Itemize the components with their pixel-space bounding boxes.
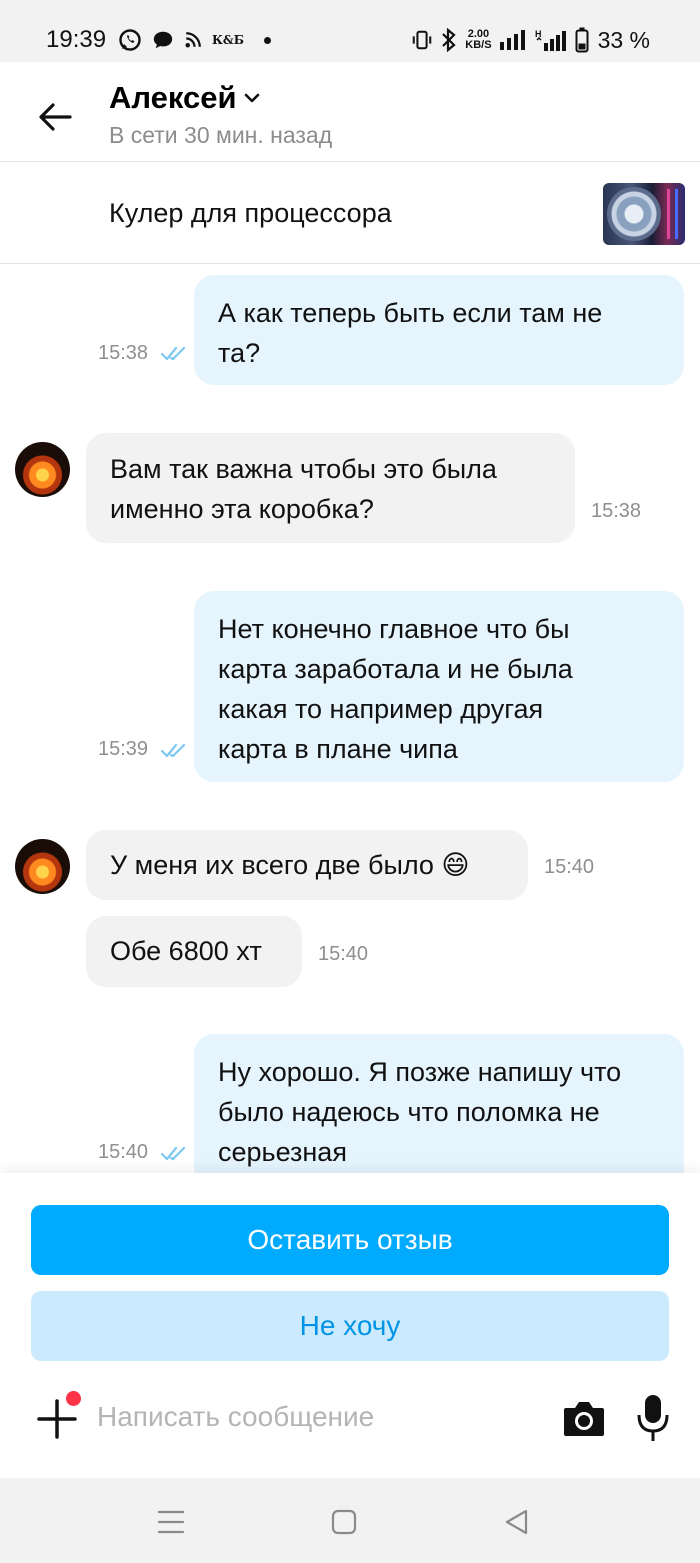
cooler-fan-image [607, 187, 661, 241]
bottom-panel: Оставить отзыв Не хочу Написать сообщени… [0, 1173, 700, 1478]
system-icons: 2.00 KB/S H 33 % [411, 25, 650, 55]
signal-icon [499, 30, 525, 50]
notification-icons: К&Б [118, 27, 272, 53]
chat-bubble-icon [153, 31, 173, 49]
leave-review-button[interactable]: Оставить отзыв [31, 1205, 669, 1275]
contact-status: В сети 30 мин. назад [109, 122, 333, 148]
message-input[interactable]: Написать сообщение [97, 1401, 374, 1433]
message-time: 15:40 [98, 1141, 149, 1163]
message-text-line: именно эта коробка? [110, 494, 374, 524]
rss-icon [185, 32, 201, 48]
message-text-line: серьезная [218, 1137, 347, 1167]
message-time: 15:39 [98, 738, 149, 760]
message-time: 15:40 [318, 943, 369, 965]
chat-messages[interactable]: А как теперь быть если там не та? 15:38 … [0, 265, 700, 1173]
product-title: Кулер для процессора [109, 198, 392, 228]
message-incoming[interactable]: У меня их всего две было 😄 [86, 830, 528, 900]
double-check-icon [160, 346, 186, 361]
battery-percent: 33 % [597, 26, 650, 53]
back-button[interactable] [30, 92, 80, 142]
chat-header: Алексей В сети 30 мин. назад [0, 62, 700, 162]
product-bar[interactable]: Кулер для процессора [0, 163, 700, 264]
message-incoming[interactable]: Обе 6800 хт [86, 916, 302, 987]
message-text-line: Нет конечно главное что бы [218, 614, 570, 644]
bluetooth-icon [442, 28, 456, 52]
message-text-line: У меня их всего две было 😄 [110, 850, 470, 880]
message-text-line: Обе 6800 хт [110, 936, 262, 966]
message-time: 15:40 [544, 856, 595, 878]
message-outgoing[interactable]: Нет конечно главное что бы карта заработ… [194, 591, 684, 782]
message-time: 15:38 [591, 500, 642, 522]
carrier-badge: К&Б [212, 33, 245, 47]
more-notifications-dot [264, 36, 272, 44]
system-nav-bar [0, 1478, 700, 1563]
signal-h-icon: H [535, 29, 566, 51]
message-text-line: Ну хорошо. Я позже напишу что [218, 1057, 622, 1087]
message-outgoing[interactable]: Ну хорошо. Я позже напишу что было надею… [194, 1034, 684, 1173]
status-bar: 19:39 К&Б 2.00 KB/S H 33 % [0, 0, 700, 62]
contact-avatar[interactable] [15, 839, 70, 894]
message-text-line: та? [218, 338, 261, 368]
status-time: 19:39 [46, 26, 107, 53]
message-text-line: карта заработала и не была [218, 654, 573, 684]
network-speed: 2.00 KB/S [465, 28, 492, 51]
message-text-line: было надеюсь что поломка не [218, 1097, 600, 1127]
message-text-line: какая то например другая [218, 694, 544, 724]
double-check-icon [160, 743, 186, 758]
svg-text:H: H [535, 29, 542, 39]
microphone-icon[interactable] [636, 1393, 670, 1443]
message-text-line: А как теперь быть если там не [218, 298, 603, 328]
home-icon[interactable] [328, 1506, 360, 1538]
message-incoming[interactable]: Вам так важна чтобы это была именно эта … [86, 433, 575, 543]
contact-name-dropdown[interactable]: Алексей [109, 80, 261, 116]
contact-avatar[interactable] [15, 442, 70, 497]
chevron-down-icon [244, 93, 259, 103]
message-time: 15:38 [98, 342, 149, 364]
double-check-icon [160, 1146, 186, 1161]
contact-name: Алексей [109, 80, 237, 115]
battery-icon [575, 27, 589, 53]
message-text-line: карта в плане чипа [218, 734, 458, 764]
back-nav-icon[interactable] [501, 1506, 533, 1538]
decline-review-button[interactable]: Не хочу [31, 1291, 669, 1361]
whatsapp-icon [119, 29, 141, 51]
camera-icon[interactable] [562, 1398, 606, 1438]
product-thumbnail[interactable] [603, 183, 685, 245]
message-outgoing[interactable]: А как теперь быть если там не та? [194, 275, 684, 385]
vibrate-icon [413, 30, 432, 50]
arrow-left-icon [39, 103, 72, 131]
recent-apps-icon[interactable] [155, 1506, 187, 1538]
message-text-line: Вам так важна чтобы это была [110, 454, 497, 484]
notification-dot [66, 1391, 81, 1406]
